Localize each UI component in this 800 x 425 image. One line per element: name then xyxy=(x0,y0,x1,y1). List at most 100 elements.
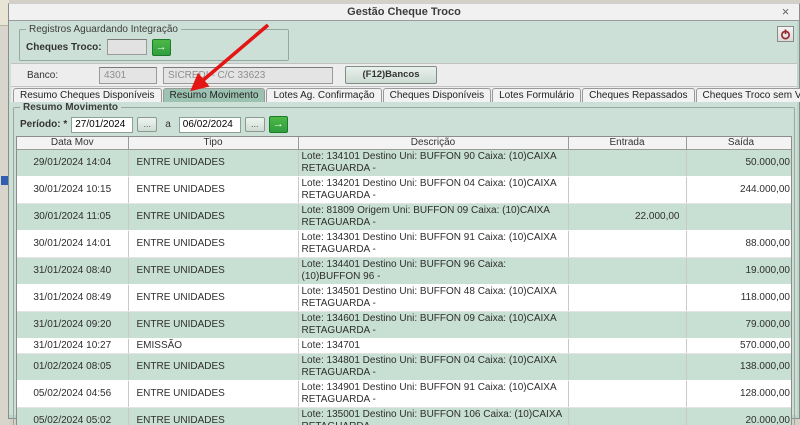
banco-account-field: SICREDI - C/C 33623 xyxy=(163,67,333,84)
cell-saida: 88.000,00 xyxy=(686,230,792,257)
registros-aguardando-integracao-groupbox: Registros Aguardando Integração Cheques … xyxy=(19,29,289,61)
periodo-label: Período: * xyxy=(20,119,67,130)
date-from-input[interactable] xyxy=(71,117,133,133)
column-header-entrada[interactable]: Entrada xyxy=(568,137,686,149)
cell-tipo: EMISSÃO xyxy=(128,338,298,353)
cell-entrada: 22.000,00 xyxy=(568,203,686,230)
exit-button[interactable] xyxy=(777,26,794,42)
cell-descricao: Lote: 134401 Destino Uni: BUFFON 96 Caix… xyxy=(298,257,568,284)
cell-data-mov: 30/01/2024 14:01 xyxy=(17,230,128,257)
table-row[interactable]: 01/02/2024 08:05 ENTRE UNIDADES Lote: 13… xyxy=(17,353,792,380)
table-row[interactable]: 05/02/2024 04:56 ENTRE UNIDADES Lote: 13… xyxy=(17,380,792,407)
cell-entrada xyxy=(568,149,686,176)
cell-data-mov: 31/01/2024 10:27 xyxy=(17,338,128,353)
power-icon xyxy=(780,29,791,40)
column-header-tipo[interactable]: Tipo xyxy=(128,137,298,149)
cell-tipo: ENTRE UNIDADES xyxy=(128,176,298,203)
cell-saida: 19.000,00 xyxy=(686,257,792,284)
cell-data-mov: 05/02/2024 05:02 xyxy=(17,407,128,425)
tab-lotes-ag-confirma-o[interactable]: Lotes Ag. Confirmação xyxy=(266,88,381,102)
tab-cheques-repassados[interactable]: Cheques Repassados xyxy=(582,88,694,102)
cell-saida: 570.000,00 xyxy=(686,338,792,353)
column-header-data-mov[interactable]: Data Mov xyxy=(17,137,128,149)
cell-tipo: ENTRE UNIDADES xyxy=(128,407,298,425)
cell-data-mov: 30/01/2024 11:05 xyxy=(17,203,128,230)
close-icon[interactable]: × xyxy=(778,5,793,19)
tab-resumo-cheques-dispon-veis[interactable]: Resumo Cheques Disponíveis xyxy=(13,88,162,102)
cheques-troco-input[interactable] xyxy=(107,39,147,55)
cell-data-mov: 30/01/2024 10:15 xyxy=(17,176,128,203)
cell-saida: 244.000,00 xyxy=(686,176,792,203)
titlebar[interactable]: Gestão Cheque Troco × xyxy=(9,4,799,21)
column-header-saida[interactable]: Saída xyxy=(686,137,792,149)
integration-go-button[interactable]: → xyxy=(152,39,171,56)
between-label: a xyxy=(165,119,171,130)
cell-data-mov: 31/01/2024 08:49 xyxy=(17,284,128,311)
window-title: Gestão Cheque Troco xyxy=(9,6,799,18)
cell-tipo: ENTRE UNIDADES xyxy=(128,257,298,284)
cell-descricao: Lote: 134301 Destino Uni: BUFFON 91 Caix… xyxy=(298,230,568,257)
period-go-button[interactable]: → xyxy=(269,116,288,133)
cell-descricao: Lote: 134901 Destino Uni: BUFFON 91 Caix… xyxy=(298,380,568,407)
cell-saida: 138.000,00 xyxy=(686,353,792,380)
tab-lotes-formul-rio[interactable]: Lotes Formulário xyxy=(492,88,581,102)
table-row[interactable]: 31/01/2024 08:49 ENTRE UNIDADES Lote: 13… xyxy=(17,284,792,311)
table-row[interactable]: 30/01/2024 10:15 ENTRE UNIDADES Lote: 13… xyxy=(17,176,792,203)
cell-descricao: Lote: 134601 Destino Uni: BUFFON 09 Caix… xyxy=(298,311,568,338)
cell-entrada xyxy=(568,176,686,203)
table-row[interactable]: 29/01/2024 14:04 ENTRE UNIDADES Lote: 13… xyxy=(17,149,792,176)
tab-resumo-movimento[interactable]: Resumo Movimento xyxy=(163,88,266,102)
tab-bar: Resumo Cheques DisponíveisResumo Movimen… xyxy=(11,87,797,102)
cell-tipo: ENTRE UNIDADES xyxy=(128,311,298,338)
cell-tipo: ENTRE UNIDADES xyxy=(128,353,298,380)
table-row[interactable]: 31/01/2024 08:40 ENTRE UNIDADES Lote: 13… xyxy=(17,257,792,284)
cell-saida: 118.000,00 xyxy=(686,284,792,311)
cell-entrada xyxy=(568,311,686,338)
date-to-picker-button[interactable]: ... xyxy=(245,117,265,132)
cell-saida: 50.000,00 xyxy=(686,149,792,176)
cell-data-mov: 01/02/2024 08:05 xyxy=(17,353,128,380)
cell-saida: 20.000,00 xyxy=(686,407,792,425)
cell-data-mov: 31/01/2024 08:40 xyxy=(17,257,128,284)
table-row[interactable]: 30/01/2024 11:05 ENTRE UNIDADES Lote: 81… xyxy=(17,203,792,230)
f12-bancos-button[interactable]: (F12)Bancos xyxy=(345,66,437,84)
cell-entrada xyxy=(568,353,686,380)
cell-entrada xyxy=(568,284,686,311)
column-header-descricao[interactable]: Descrição xyxy=(298,137,568,149)
cell-saida xyxy=(686,203,792,230)
tab-cheques-dispon-veis[interactable]: Cheques Disponíveis xyxy=(383,88,492,102)
groupbox-legend: Resumo Movimento xyxy=(20,102,121,113)
banco-code-field: 4301 xyxy=(99,67,157,84)
grid-header-row: Data Mov Tipo Descrição Entrada Saída xyxy=(17,137,792,149)
table-row[interactable]: 30/01/2024 14:01 ENTRE UNIDADES Lote: 13… xyxy=(17,230,792,257)
table-row[interactable]: 31/01/2024 10:27 EMISSÃO Lote: 134701 57… xyxy=(17,338,792,353)
cell-tipo: ENTRE UNIDADES xyxy=(128,203,298,230)
cell-descricao: Lote: 134501 Destino Uni: BUFFON 48 Caix… xyxy=(298,284,568,311)
cell-descricao: Lote: 134701 xyxy=(298,338,568,353)
cell-data-mov: 31/01/2024 09:20 xyxy=(17,311,128,338)
arrow-right-icon: → xyxy=(273,118,284,130)
background-selected-item-fragment xyxy=(1,176,8,185)
cell-entrada xyxy=(568,380,686,407)
arrow-right-icon: → xyxy=(156,41,167,53)
cell-entrada xyxy=(568,338,686,353)
gestao-cheque-troco-window: Gestão Cheque Troco × Registros Aguardan… xyxy=(8,3,800,419)
date-from-picker-button[interactable]: ... xyxy=(137,117,157,132)
cell-descricao: Lote: 135001 Destino Uni: BUFFON 106 Cai… xyxy=(298,407,568,425)
cell-entrada xyxy=(568,407,686,425)
groupbox-legend: Registros Aguardando Integração xyxy=(26,24,181,35)
date-to-input[interactable] xyxy=(179,117,241,133)
cell-descricao: Lote: 81809 Origem Uni: BUFFON 09 Caixa:… xyxy=(298,203,568,230)
cell-saida: 128.000,00 xyxy=(686,380,792,407)
tab-cheques-troco-sem-v-nculo[interactable]: Cheques Troco sem Vínculo xyxy=(696,88,800,102)
cell-entrada xyxy=(568,230,686,257)
cell-descricao: Lote: 134101 Destino Uni: BUFFON 90 Caix… xyxy=(298,149,568,176)
cell-data-mov: 29/01/2024 14:04 xyxy=(17,149,128,176)
table-row[interactable]: 05/02/2024 05:02 ENTRE UNIDADES Lote: 13… xyxy=(17,407,792,425)
cheques-troco-label: Cheques Troco: xyxy=(26,42,102,53)
banco-label: Banco: xyxy=(27,70,67,81)
cell-tipo: ENTRE UNIDADES xyxy=(128,230,298,257)
resumo-movimento-groupbox: Resumo Movimento Período: * ... a ... → … xyxy=(13,107,795,425)
table-row[interactable]: 31/01/2024 09:20 ENTRE UNIDADES Lote: 13… xyxy=(17,311,792,338)
cell-tipo: ENTRE UNIDADES xyxy=(128,149,298,176)
